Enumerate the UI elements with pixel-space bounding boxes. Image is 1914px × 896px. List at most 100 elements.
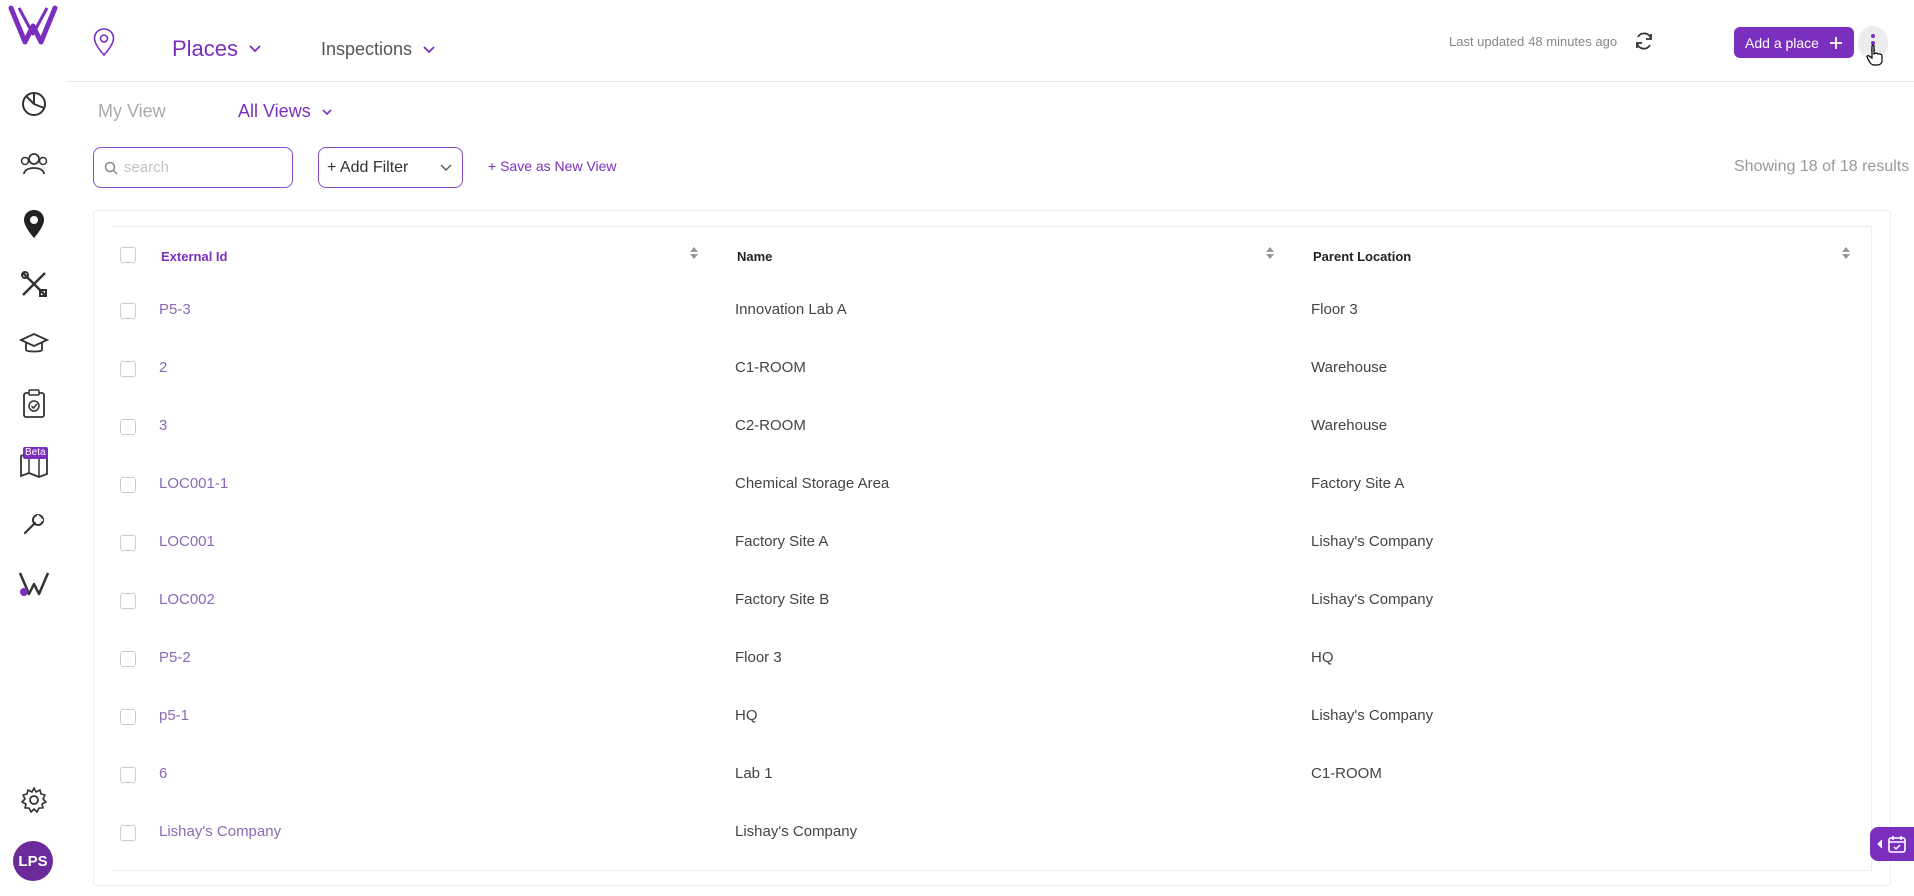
table-row[interactable]: P5-2 Floor 3 HQ bbox=[112, 630, 1871, 688]
results-count: Showing 18 of 18 results bbox=[1734, 158, 1910, 175]
last-updated: Last updated 48 minutes ago bbox=[1449, 34, 1617, 49]
save-as-new-view-link[interactable]: + Save as New View bbox=[488, 158, 617, 174]
column-header-name[interactable]: Name bbox=[737, 249, 772, 264]
places-table: External Id Name Parent Location P5-3 Inn… bbox=[112, 226, 1872, 871]
table-row[interactable]: LOC002 Factory Site B Lishay's Company bbox=[112, 572, 1871, 630]
chevron-down-icon bbox=[322, 108, 332, 115]
add-place-label: Add a place bbox=[1745, 34, 1819, 51]
row-checkbox[interactable] bbox=[120, 361, 136, 377]
map-pin-icon[interactable] bbox=[16, 206, 52, 242]
add-place-button[interactable]: Add a place bbox=[1734, 27, 1854, 58]
column-header-parent-location[interactable]: Parent Location bbox=[1313, 249, 1411, 264]
table-row[interactable]: 3 C2-ROOM Warehouse bbox=[112, 398, 1871, 456]
table-row[interactable]: LOC001 Factory Site A Lishay's Company bbox=[112, 514, 1871, 572]
brand-v-icon[interactable] bbox=[16, 566, 52, 602]
search-box[interactable] bbox=[93, 147, 293, 188]
cell-external-id[interactable]: LOC001 bbox=[159, 533, 215, 550]
sort-icon[interactable] bbox=[689, 247, 699, 265]
cell-name: C1-ROOM bbox=[735, 359, 806, 376]
sort-icon[interactable] bbox=[1265, 247, 1275, 265]
cell-parent-location: Warehouse bbox=[1311, 417, 1388, 434]
places-table-card: External Id Name Parent Location P5-3 Inn… bbox=[93, 210, 1891, 886]
search-icon bbox=[104, 161, 118, 175]
cell-parent-location: Lishay's Company bbox=[1311, 707, 1434, 724]
row-checkbox[interactable] bbox=[120, 535, 136, 551]
row-checkbox[interactable] bbox=[120, 825, 136, 841]
cell-parent-location: HQ bbox=[1311, 649, 1334, 666]
row-checkbox[interactable] bbox=[120, 709, 136, 725]
tab-all-views[interactable]: All Views bbox=[238, 101, 333, 122]
chevron-down-icon bbox=[249, 45, 261, 53]
cell-parent-location: Lishay's Company bbox=[1311, 533, 1434, 550]
cell-external-id[interactable]: P5-3 bbox=[159, 301, 191, 318]
row-checkbox[interactable] bbox=[120, 419, 136, 435]
brand-logo[interactable] bbox=[7, 4, 59, 48]
hand-cursor-icon bbox=[1866, 44, 1884, 71]
user-avatar[interactable]: LPS bbox=[13, 841, 53, 881]
plus-icon bbox=[1829, 36, 1842, 49]
graduation-cap-icon[interactable] bbox=[16, 326, 52, 362]
cell-external-id[interactable]: LOC002 bbox=[159, 591, 215, 608]
chevron-down-icon bbox=[440, 164, 452, 171]
tab-inspections[interactable]: Inspections bbox=[321, 39, 436, 60]
cell-external-id[interactable]: LOC001-1 bbox=[159, 475, 228, 492]
add-filter-button[interactable]: + Add Filter bbox=[318, 147, 463, 188]
tab-my-view[interactable]: My View bbox=[98, 101, 166, 122]
chevron-down-icon bbox=[423, 45, 435, 53]
calendar-icon bbox=[1888, 836, 1906, 853]
row-checkbox[interactable] bbox=[120, 651, 136, 667]
sidebar: Beta LPS bbox=[0, 0, 67, 896]
cell-external-id[interactable]: 6 bbox=[159, 765, 167, 782]
all-views-label: All Views bbox=[238, 101, 311, 121]
row-checkbox[interactable] bbox=[120, 593, 136, 609]
select-all-checkbox[interactable] bbox=[120, 247, 136, 263]
refresh-icon[interactable] bbox=[1633, 30, 1655, 52]
table-row[interactable]: LOC001-1 Chemical Storage Area Factory Sit… bbox=[112, 456, 1871, 514]
add-filter-label: + Add Filter bbox=[327, 158, 409, 176]
last-updated-label: Last updated bbox=[1449, 34, 1525, 49]
cell-name: Lab 1 bbox=[735, 765, 773, 782]
chevron-left-icon bbox=[1877, 839, 1883, 849]
cell-external-id[interactable]: p5-1 bbox=[159, 707, 189, 724]
cell-external-id[interactable]: Lishay's Company bbox=[159, 823, 281, 840]
wrench-icon[interactable] bbox=[16, 506, 52, 542]
cell-name: Factory Site B bbox=[735, 591, 830, 608]
row-checkbox[interactable] bbox=[120, 767, 136, 783]
cell-name: Innovation Lab A bbox=[735, 301, 847, 318]
clipboard-check-icon[interactable] bbox=[16, 386, 52, 422]
cell-parent-location: Floor 3 bbox=[1311, 301, 1358, 318]
cell-name: Lishay's Company bbox=[735, 823, 858, 840]
calendar-toggle-button[interactable] bbox=[1870, 827, 1914, 861]
sort-icon[interactable] bbox=[1841, 247, 1851, 265]
table-row[interactable]: p5-1 HQ Lishay's Company bbox=[112, 688, 1871, 746]
column-header-external-id[interactable]: External Id bbox=[161, 249, 227, 264]
cell-external-id[interactable]: 3 bbox=[159, 417, 167, 434]
gear-icon[interactable] bbox=[16, 782, 52, 818]
cell-name: Floor 3 bbox=[735, 649, 782, 666]
tools-icon[interactable] bbox=[16, 266, 52, 302]
location-pin-icon bbox=[93, 28, 115, 61]
cell-external-id[interactable]: 2 bbox=[159, 359, 167, 376]
people-icon[interactable] bbox=[16, 146, 52, 182]
cell-name: HQ bbox=[735, 707, 758, 724]
search-input[interactable] bbox=[124, 159, 284, 176]
cell-parent-location: C1-ROOM bbox=[1311, 765, 1382, 782]
cell-name: Chemical Storage Area bbox=[735, 475, 890, 492]
row-checkbox[interactable] bbox=[120, 303, 136, 319]
table-row[interactable]: Lishay's Company Lishay's Company bbox=[112, 804, 1871, 862]
table-row[interactable]: P5-3 Innovation Lab A Floor 3 bbox=[112, 282, 1871, 340]
cell-name: Factory Site A bbox=[735, 533, 829, 550]
last-updated-value: 48 minutes ago bbox=[1528, 34, 1618, 49]
table-row[interactable]: 2 C1-ROOM Warehouse bbox=[112, 340, 1871, 398]
table-header: External Id Name Parent Location bbox=[112, 227, 1871, 282]
row-checkbox[interactable] bbox=[120, 477, 136, 493]
cell-external-id[interactable]: P5-2 bbox=[159, 649, 191, 666]
cell-parent-location: Factory Site A bbox=[1311, 475, 1405, 492]
dashboard-pie-icon[interactable] bbox=[16, 86, 52, 122]
cell-name: C2-ROOM bbox=[735, 417, 806, 434]
tab-places-label: Places bbox=[172, 36, 239, 61]
cell-parent-location: Warehouse bbox=[1311, 359, 1388, 376]
table-row[interactable]: 6 Lab 1 C1-ROOM bbox=[112, 746, 1871, 804]
tab-places[interactable]: Places bbox=[172, 36, 262, 62]
tab-inspections-label: Inspections bbox=[321, 39, 413, 59]
